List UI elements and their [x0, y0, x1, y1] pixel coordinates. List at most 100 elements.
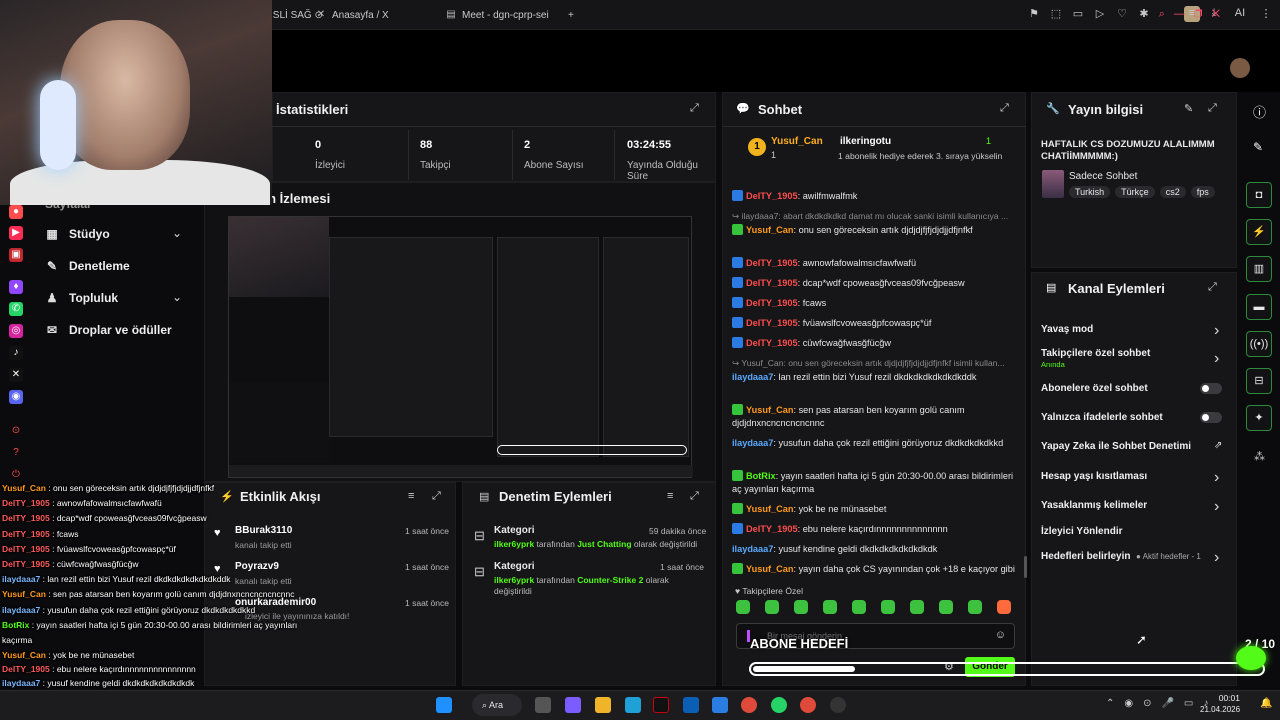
settings-icon[interactable]: ⊙	[9, 424, 23, 438]
chevron-right-icon[interactable]: ›	[1214, 549, 1219, 567]
taskbar-search[interactable]: ⌕ Ara	[472, 694, 522, 716]
copilot-icon[interactable]	[565, 697, 581, 713]
chat-username[interactable]: DeITY_1905	[746, 191, 798, 201]
app-icon[interactable]	[653, 697, 669, 713]
tag[interactable]: Türkçe	[1115, 186, 1155, 198]
lightning-icon[interactable]: ⚡	[1246, 219, 1272, 245]
youtube-icon[interactable]: ▶	[9, 226, 23, 240]
edit-icon[interactable]: ✎	[1184, 102, 1193, 115]
windows-start-icon[interactable]	[436, 697, 452, 713]
store-icon[interactable]	[683, 697, 699, 713]
edge-icon[interactable]	[625, 697, 641, 713]
mail-icon[interactable]	[712, 697, 728, 713]
emote-icon[interactable]	[968, 600, 982, 614]
emote-icon[interactable]	[997, 600, 1011, 614]
screenshot-icon[interactable]: ⬚	[1050, 7, 1062, 20]
emote-icon[interactable]	[910, 600, 924, 614]
app-icon[interactable]: ▣	[9, 248, 23, 262]
expand-icon[interactable]: ⤢	[432, 490, 441, 503]
chat-scrollbar[interactable]	[1024, 556, 1027, 578]
whatsapp-icon[interactable]: ✆	[9, 302, 23, 316]
emote-icon[interactable]	[794, 600, 808, 614]
filter-icon[interactable]: ≡	[408, 490, 414, 502]
chrome-icon[interactable]	[741, 697, 757, 713]
channel-action-label[interactable]: İzleyici Yönlendir	[1041, 526, 1123, 537]
chevron-right-icon[interactable]: ›	[1214, 469, 1219, 487]
chat-username[interactable]: Yusuf_Can	[746, 504, 793, 514]
toggle-switch[interactable]	[1200, 383, 1222, 394]
chat-username[interactable]: ilaydaaa7	[732, 438, 773, 448]
browser-tab-x[interactable]: ✕ Anasayfa / X	[316, 6, 389, 24]
discord-icon[interactable]: ◉	[9, 390, 23, 404]
channel-action-label[interactable]: Yalnızca ifadelerle sohbet	[1041, 412, 1163, 423]
clock-date[interactable]: 21.04.2026	[1200, 705, 1240, 714]
help-icon[interactable]: ?	[9, 446, 23, 460]
channel-action-label[interactable]: Yavaş mod	[1041, 324, 1093, 335]
live-icon[interactable]: ●	[9, 205, 23, 219]
channel-action-label[interactable]: Takipçilere özel sohbet	[1041, 348, 1150, 359]
storage-icon[interactable]: ⊟	[1246, 368, 1272, 394]
wrench-icon[interactable]: ✦	[1246, 405, 1272, 431]
whatsapp-icon[interactable]	[771, 697, 787, 713]
task-view-icon[interactable]	[535, 697, 551, 713]
x-logo-icon[interactable]: ✕	[9, 368, 23, 382]
list-icon[interactable]: ▥	[1246, 256, 1272, 282]
sidebar-item-studio[interactable]: ▦ Stüdyo	[45, 227, 109, 241]
filter-icon[interactable]: ≡	[667, 490, 673, 502]
emote-icon[interactable]	[852, 600, 866, 614]
channel-avatar[interactable]	[1230, 58, 1250, 78]
emote-icon[interactable]	[881, 600, 895, 614]
play-icon[interactable]: ▷	[1094, 7, 1106, 20]
sidebar-item-community[interactable]: ♟ Topluluk	[45, 291, 119, 305]
more-icon[interactable]: ⋮	[1260, 7, 1272, 20]
chat-username[interactable]: DeITY_1905	[746, 278, 798, 288]
chat-username[interactable]: DeITY_1905	[746, 524, 798, 534]
browser-tab-meet[interactable]: ▤ Meet - dgn-cprp-sei	[446, 6, 548, 24]
extensions-icon[interactable]: ✱	[1138, 7, 1150, 20]
chat-username[interactable]: Yusuf_Can	[746, 564, 793, 574]
expand-icon[interactable]: ⤢	[1208, 281, 1217, 294]
chat-username[interactable]: DeITY_1905	[746, 318, 798, 328]
broadcast-icon[interactable]: ((•))	[1246, 331, 1272, 357]
tag[interactable]: Turkish	[1069, 186, 1111, 198]
heart-icon[interactable]: ♡	[1116, 7, 1128, 20]
tag[interactable]: cs2	[1159, 186, 1186, 198]
channel-action-label[interactable]: Hesap yaşı kısıtlaması	[1041, 471, 1147, 482]
chat-username[interactable]: ilaydaaa7	[732, 544, 773, 554]
external-link-icon[interactable]: ⇗	[1214, 440, 1222, 451]
channel-action-label[interactable]: Hedefleri belirleyin	[1041, 551, 1130, 562]
channel-action-label[interactable]: Abonelere özel sohbet	[1041, 383, 1148, 394]
chevron-right-icon[interactable]: ›	[1214, 498, 1219, 516]
toggle-switch[interactable]	[1200, 412, 1222, 423]
expand-icon[interactable]: ⤢	[1208, 102, 1217, 115]
chevron-down-icon[interactable]: ⌄	[172, 290, 182, 304]
notification-icon[interactable]: 🔔	[1260, 698, 1272, 709]
info-icon[interactable]: ⓘ	[1253, 102, 1266, 121]
chat-username[interactable]: DeITY_1905	[746, 298, 798, 308]
chat-icon[interactable]: ▬	[1246, 294, 1272, 320]
emote-icon[interactable]	[939, 600, 953, 614]
chat-username[interactable]: Yusuf_Can	[746, 225, 793, 235]
sidebar-item-moderation[interactable]: ✎ Denetleme	[45, 259, 130, 273]
file-explorer-icon[interactable]	[595, 697, 611, 713]
instagram-icon[interactable]: ◎	[9, 324, 23, 338]
expand-icon[interactable]: ⤢	[690, 102, 699, 115]
channel-action-label[interactable]: Yapay Zeka ile Sohbet Denetimi	[1041, 441, 1191, 452]
chat-username[interactable]: DeITY_1905	[746, 258, 798, 268]
chevron-down-icon[interactable]: ⌄	[172, 226, 182, 240]
cast-icon[interactable]: ▭	[1072, 7, 1084, 20]
camera-icon[interactable]: ◘	[1246, 182, 1272, 208]
chat-username[interactable]: BotRix	[746, 471, 776, 481]
chevron-right-icon[interactable]: ›	[1214, 322, 1219, 340]
tag[interactable]: fps	[1190, 186, 1215, 198]
chat-username[interactable]: ilaydaaa7	[732, 372, 773, 382]
emoji-icon[interactable]: ☺	[995, 629, 1006, 641]
new-tab-button[interactable]: +	[568, 6, 574, 24]
channel-action-label[interactable]: Yasaklanmış kelimeler	[1041, 500, 1147, 511]
emote-icon[interactable]	[765, 600, 779, 614]
chat-username[interactable]: Yusuf_Can	[746, 405, 793, 415]
emote-icon[interactable]	[736, 600, 750, 614]
chat-username[interactable]: DeITY_1905	[746, 338, 798, 348]
stream-preview[interactable]	[228, 216, 693, 478]
pencil-icon[interactable]: ✎	[1253, 140, 1263, 154]
